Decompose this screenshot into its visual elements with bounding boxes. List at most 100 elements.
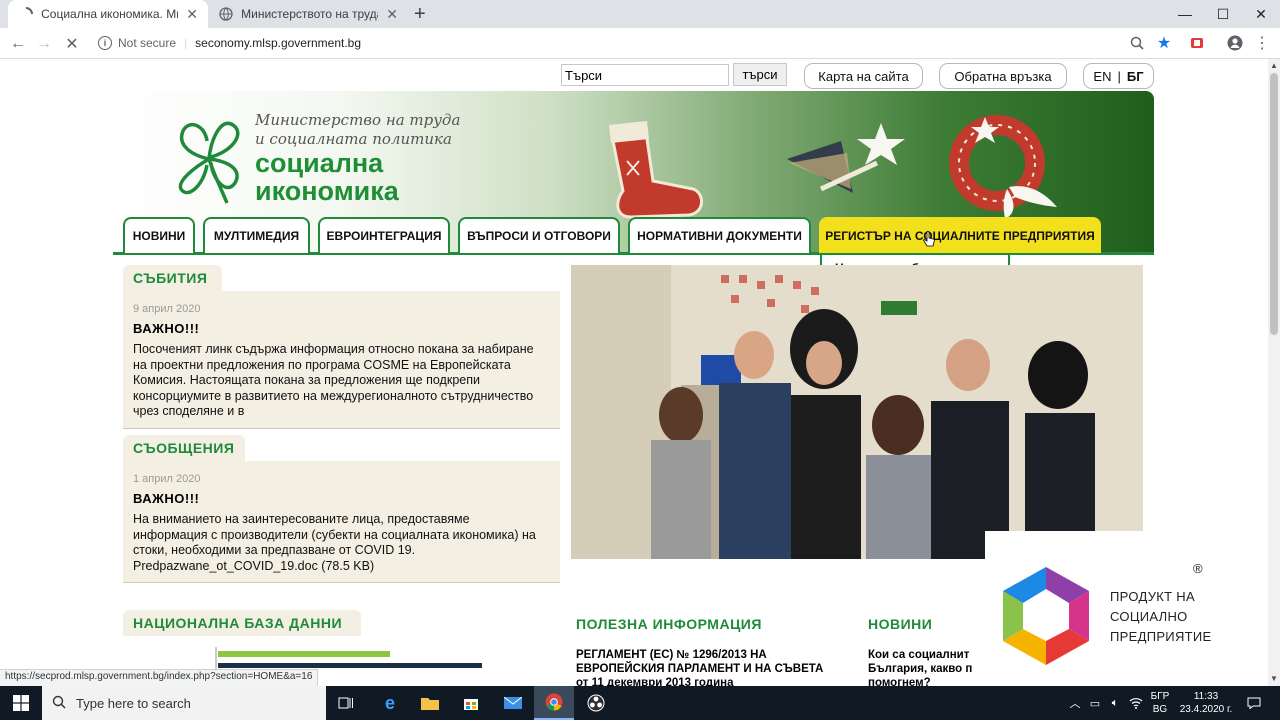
omnibox-divider: |: [184, 36, 188, 50]
forward-icon[interactable]: →: [32, 32, 56, 56]
tab-social-economy[interactable]: Социална икономика. Министе ✕: [8, 0, 208, 28]
volume-icon[interactable]: 🔈︎: [1106, 686, 1124, 720]
battery-icon[interactable]: ▭: [1086, 686, 1104, 720]
database-title[interactable]: НАЦИОНАЛНА БАЗА ДАННИ: [123, 610, 361, 636]
edge-icon[interactable]: e: [370, 686, 410, 720]
stop-icon[interactable]: ✕: [60, 32, 84, 56]
social-enterprise-product-badge: ® ПРОДУКТ НА СОЦИАЛНО ПРЕДПРИЯТИЕ: [985, 531, 1255, 686]
window-close-icon[interactable]: ✕: [1238, 0, 1280, 28]
task-view-icon[interactable]: [326, 686, 366, 720]
status-url: https://secprod.mlsp.government.bg/index…: [0, 669, 319, 686]
tab-close-icon[interactable]: ✕: [186, 6, 198, 23]
tab-ministry[interactable]: Министерството на труда и соц ✕: [208, 0, 408, 28]
hand-cursor-icon: [923, 231, 935, 247]
omnibox[interactable]: i Not secure | seconomy.mlsp.government.…: [90, 31, 1182, 55]
profile-icon[interactable]: [1225, 33, 1245, 53]
useful-info-text[interactable]: РЕГЛАМЕНТ (ЕС) № 1296/2013 НА ЕВРОПЕЙСКИ…: [576, 648, 826, 686]
zoom-icon[interactable]: [1127, 33, 1147, 53]
registered-mark: ®: [1193, 561, 1203, 576]
store-icon[interactable]: [451, 686, 491, 720]
page-viewport: търси Карта на сайта Обратна връзка EN |…: [0, 59, 1268, 686]
site-search-button[interactable]: търси: [733, 63, 787, 86]
taskbar-search-placeholder: Type here to search: [76, 695, 191, 711]
christmas-stocking-image: [609, 121, 703, 219]
events-title[interactable]: СЪБИТИЯ: [123, 265, 222, 291]
nav-legal-documents[interactable]: НОРМАТИВНИ ДОКУМЕНТИ: [628, 217, 811, 253]
events-date: 9 април 2020: [133, 303, 201, 315]
nav-register-social-enterprises[interactable]: РЕГИСТЪР НА СОЦИАЛНИТЕ ПРЕДПРИЯТИЯ: [819, 217, 1101, 253]
tab-title: Социална икономика. Министе: [41, 7, 178, 21]
useful-info-title[interactable]: ПОЛЕЗНА ИНФОРМАЦИЯ: [576, 616, 762, 632]
info-icon[interactable]: i: [98, 36, 112, 50]
back-icon[interactable]: ←: [6, 32, 30, 56]
team-photo[interactable]: [571, 265, 1143, 559]
clock[interactable]: 11:33 23.4.2020 г.: [1174, 686, 1238, 720]
lang-bg-link[interactable]: БГ: [1127, 69, 1144, 84]
events-headline[interactable]: ВАЖНО!!!: [133, 321, 199, 336]
menu-icon[interactable]: ⋮: [1252, 33, 1272, 53]
nav-news[interactable]: НОВИНИ: [123, 217, 195, 253]
product-text: ПРОДУКТ НА СОЦИАЛНО ПРЕДПРИЯТИЕ: [1110, 587, 1212, 647]
windows-start-icon[interactable]: [0, 686, 42, 720]
christmas-wreath-image: [949, 115, 1057, 219]
nav-multimedia[interactable]: МУЛТИМЕДИЯ: [203, 217, 310, 253]
windows-taskbar: Type here to search e ︿ ▭ 🔈︎ БГР BG 11:3…: [0, 686, 1280, 720]
globe-icon: [218, 6, 233, 22]
scroll-thumb[interactable]: [1270, 73, 1278, 335]
ministry-line1: Министерство на труда: [255, 111, 461, 129]
url-text[interactable]: seconomy.mlsp.government.bg: [195, 36, 361, 50]
sitemap-link[interactable]: Карта на сайта: [804, 63, 923, 89]
language-code: БГР: [1150, 691, 1170, 702]
clock-time: 11:33: [1193, 691, 1219, 702]
notifications-icon[interactable]: [1240, 686, 1268, 720]
tab-title: Министерството на труда и соц: [241, 7, 378, 21]
messages-headline[interactable]: ВАЖНО!!!: [133, 491, 199, 506]
tray-chevron-icon[interactable]: ︿: [1066, 686, 1084, 720]
bookmark-star-icon[interactable]: ★: [1154, 33, 1174, 53]
brand-line2: икономика: [255, 176, 399, 206]
brand-name[interactable]: социална икономика: [255, 149, 399, 205]
loading-icon: [18, 6, 33, 22]
lang-separator: |: [1117, 68, 1121, 84]
address-bar-row: ← → ✕ i Not secure | seconomy.mlsp.gover…: [0, 28, 1280, 59]
news-column-text[interactable]: Кои са социалнит България, какво п помог…: [868, 648, 985, 686]
tab-close-icon[interactable]: ✕: [386, 6, 398, 23]
site-search-input[interactable]: [561, 64, 729, 86]
file-explorer-icon[interactable]: [410, 686, 450, 720]
news-column-title[interactable]: НОВИНИ: [868, 616, 932, 632]
lang-en-link[interactable]: EN: [1093, 69, 1111, 84]
new-tab-icon[interactable]: +: [414, 3, 426, 26]
ministry-name: Министерство на труда и социалната полит…: [255, 111, 460, 149]
messages-title[interactable]: СЪОБЩЕНИЯ: [123, 435, 245, 461]
search-icon: [52, 695, 66, 712]
team-photo-image: [571, 265, 1143, 559]
database-chart-image[interactable]: [190, 639, 482, 669]
clover-logo-icon: [178, 121, 240, 204]
events-text: Посоченият линк съдържа информация относ…: [133, 342, 534, 418]
input-language[interactable]: БГР BG: [1148, 686, 1172, 720]
nav-questions-answers[interactable]: ВЪПРОСИ И ОТГОВОРИ: [458, 217, 620, 253]
ministry-line2: и социалната политика: [255, 130, 452, 148]
extension-icon[interactable]: [1187, 33, 1207, 53]
obs-icon[interactable]: [576, 686, 616, 720]
messages-text: На вниманието на заинтересованите лица, …: [133, 512, 536, 573]
product-hexagon-logo-icon: [1003, 567, 1089, 665]
product-line1: ПРОДУКТ НА: [1110, 589, 1195, 604]
product-line3: ПРЕДПРИЯТИЕ: [1110, 629, 1212, 644]
product-line2: СОЦИАЛНО: [1110, 609, 1188, 624]
nav-eurointegration[interactable]: ЕВРОИНТЕГРАЦИЯ: [318, 217, 450, 253]
scroll-up-icon[interactable]: ▲: [1270, 61, 1278, 70]
messages-date: 1 април 2020: [133, 473, 201, 485]
brand-line1: социална: [255, 148, 384, 178]
page-scrollbar[interactable]: ▲ ▼: [1268, 59, 1280, 686]
taskbar-search-box[interactable]: Type here to search: [42, 686, 326, 720]
mail-icon[interactable]: [493, 686, 533, 720]
chrome-icon[interactable]: [534, 686, 574, 720]
language-switch: EN | БГ: [1083, 63, 1154, 89]
scroll-down-icon[interactable]: ▼: [1270, 674, 1278, 683]
network-icon[interactable]: [1126, 686, 1146, 720]
christmas-star-wand-image: [787, 123, 905, 193]
keyboard-layout: BG: [1152, 704, 1168, 715]
feedback-link[interactable]: Обратна връзка: [939, 63, 1067, 89]
security-label: Not secure: [118, 36, 177, 50]
